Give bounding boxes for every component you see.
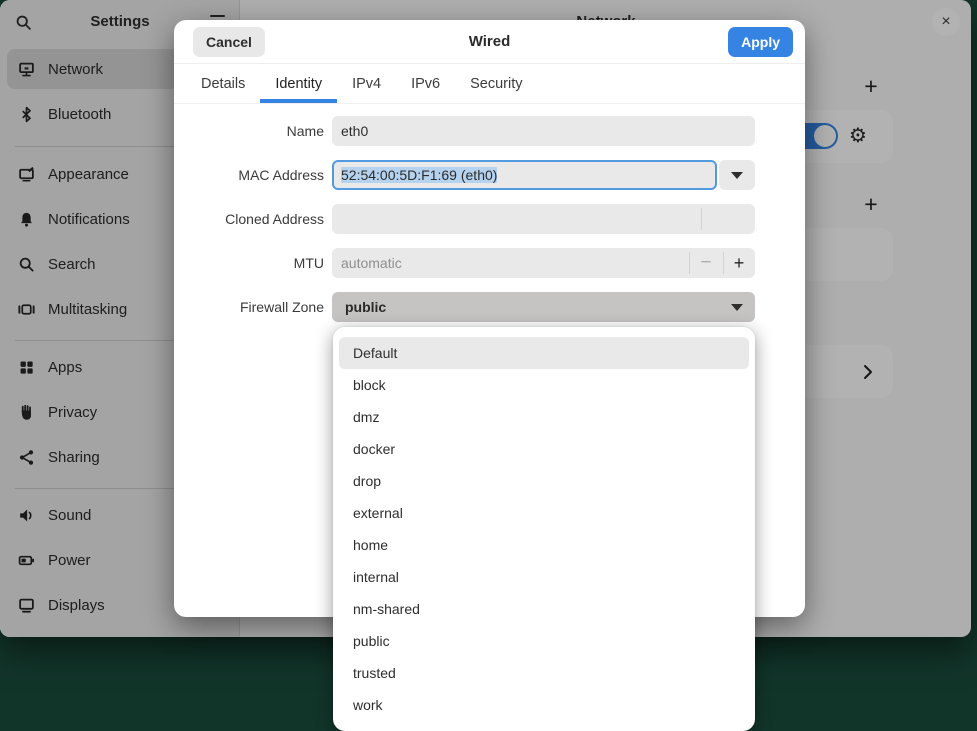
mac-address-label: MAC Address bbox=[174, 160, 324, 190]
dropdown-item-trusted[interactable]: trusted bbox=[339, 657, 749, 689]
mtu-increment-button[interactable]: + bbox=[723, 248, 755, 278]
desktop: Settings Network Bluetooth Appearance No… bbox=[0, 0, 977, 725]
firewall-zone-dropdown[interactable]: public bbox=[332, 292, 755, 322]
dialog-title: Wired bbox=[174, 33, 805, 50]
tab-ipv4[interactable]: IPv4 bbox=[337, 65, 396, 103]
apply-button[interactable]: Apply bbox=[728, 27, 793, 57]
mtu-label: MTU bbox=[174, 248, 324, 278]
mtu-spinbutton[interactable]: automatic − + bbox=[332, 248, 755, 278]
dropdown-arrow-icon bbox=[731, 304, 743, 311]
dropdown-item-nm-shared[interactable]: nm-shared bbox=[339, 593, 749, 625]
dropdown-item-external[interactable]: external bbox=[339, 497, 749, 529]
cancel-button[interactable]: Cancel bbox=[193, 27, 265, 57]
dropdown-item-work[interactable]: work bbox=[339, 689, 749, 721]
tab-details[interactable]: Details bbox=[186, 65, 260, 103]
tab-ipv6[interactable]: IPv6 bbox=[396, 65, 455, 103]
dropdown-item-dmz[interactable]: dmz bbox=[339, 401, 749, 433]
mtu-value: automatic bbox=[341, 248, 402, 278]
firewall-zone-label: Firewall Zone bbox=[174, 292, 324, 322]
cloned-address-dropdown-button[interactable] bbox=[719, 204, 755, 234]
firewall-zone-popover: Default block dmz docker drop external h… bbox=[333, 327, 755, 731]
dropdown-item-docker[interactable]: docker bbox=[339, 433, 749, 465]
mac-address-dropdown-button[interactable] bbox=[719, 160, 755, 190]
tab-security[interactable]: Security bbox=[455, 65, 537, 103]
name-input[interactable]: eth0 bbox=[332, 116, 755, 146]
selected-text: 52:54:00:5D:F1:69 (eth0) bbox=[341, 167, 497, 183]
name-label: Name bbox=[174, 116, 324, 146]
combo-divider bbox=[701, 208, 702, 230]
dropdown-item-drop[interactable]: drop bbox=[339, 465, 749, 497]
firewall-zone-value: public bbox=[345, 292, 386, 322]
mac-address-input[interactable]: 52:54:00:5D:F1:69 (eth0) bbox=[332, 160, 717, 190]
dropdown-arrow-icon bbox=[731, 172, 743, 179]
dropdown-item-default[interactable]: Default bbox=[339, 337, 749, 369]
dialog-tabbar: Details Identity IPv4 IPv6 Security bbox=[174, 65, 805, 104]
mtu-decrement-button[interactable]: − bbox=[689, 248, 723, 278]
dropdown-item-public[interactable]: public bbox=[339, 625, 749, 657]
dropdown-item-home[interactable]: home bbox=[339, 529, 749, 561]
dropdown-item-internal[interactable]: internal bbox=[339, 561, 749, 593]
cloned-address-input[interactable] bbox=[332, 204, 755, 234]
cloned-address-label: Cloned Address bbox=[174, 204, 324, 234]
dialog-header: Wired Cancel Apply bbox=[174, 20, 805, 64]
tab-identity[interactable]: Identity bbox=[260, 65, 337, 103]
dropdown-item-block[interactable]: block bbox=[339, 369, 749, 401]
